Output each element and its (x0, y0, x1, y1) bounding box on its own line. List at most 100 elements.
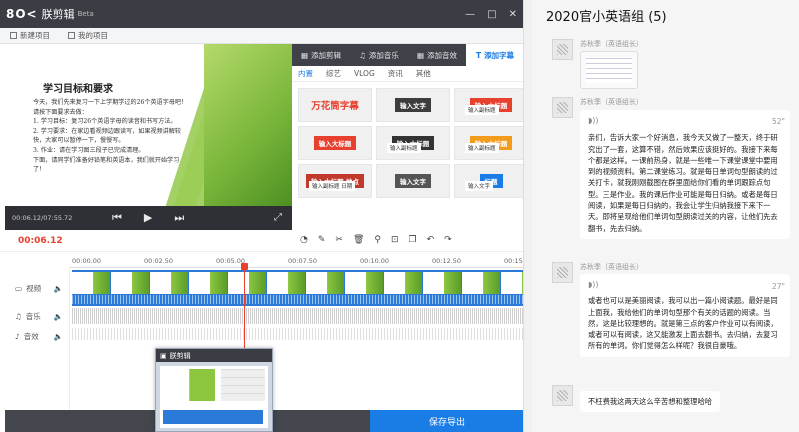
slide-body: 今天，我们先来复习一下上学期学过的26个英语字母吧！ 请按下面要求去做： 1. … (33, 99, 188, 174)
app-logo: 8O< (6, 7, 38, 21)
volume-icon[interactable]: 🔈 (54, 284, 63, 293)
template-title: 输入大标题 (313, 136, 357, 150)
playback-time: 00:06.12/07:55.72 (12, 214, 73, 222)
avatar[interactable] (552, 262, 573, 283)
sfx-icon: ▦ (416, 50, 425, 60)
tab-label: 添加音乐 (368, 50, 399, 60)
preview-title: 朕剪辑 (169, 351, 191, 360)
ruler-tick-label: 00:10.00 (360, 257, 390, 265)
clip-thumbnail (267, 272, 305, 294)
sfx-clip[interactable] (72, 328, 523, 340)
subtab-other[interactable]: 其他 (416, 68, 431, 79)
clip-thumbnail (189, 272, 227, 294)
avatar[interactable] (552, 97, 573, 118)
cut-icon[interactable]: ✂ (335, 235, 343, 245)
track-name: 音效 (23, 331, 39, 341)
sfx-icon: ♪ (15, 331, 20, 341)
subtab-news[interactable]: 资讯 (388, 68, 403, 79)
copy-icon[interactable]: ❐ (409, 235, 417, 245)
clip-thumbnail (423, 272, 461, 294)
save-export-button[interactable]: 保存导出 (370, 410, 523, 432)
video-preview: 学习目标和要求 今天，我们先来复习一下上学期学过的26个英语字母吧！ 请按下面要… (5, 44, 292, 230)
timeline-toolbar: 00:06.12 ◔ ✎ ✂ 🗑 ⚲ ⊡ ❐ ↶ ↷ (0, 230, 523, 252)
subtitle-template[interactable]: 输入大标题输入副标题 (454, 88, 523, 122)
avatar[interactable] (552, 385, 573, 406)
track-label-video: ▭ 视频 🔈 (5, 278, 69, 298)
voice-duration: 27" (772, 282, 785, 291)
subtab-variety[interactable]: 综艺 (326, 68, 341, 79)
clip-icon: ▦ (300, 50, 309, 60)
text-icon: T (475, 50, 482, 60)
title-bar: 8O< 朕剪辑 Beta — □ ✕ (0, 0, 523, 28)
avatar[interactable] (552, 39, 573, 60)
voice-icon: ◗)) (588, 280, 599, 289)
clip-thumbnail (345, 272, 383, 294)
speed-icon[interactable]: ◔ (300, 235, 308, 245)
crop-icon[interactable]: ⊡ (391, 235, 399, 245)
new-project-icon (10, 32, 17, 39)
close-icon[interactable]: ✕ (509, 9, 517, 20)
undo-icon[interactable]: ↶ (427, 235, 435, 245)
taskbar-window-preview[interactable]: ▣ 朕剪辑 (155, 348, 273, 432)
volume-icon[interactable]: 🔈 (54, 312, 63, 321)
beta-badge: Beta (77, 10, 94, 18)
subtitle-template[interactable]: 万花筒字幕 (298, 88, 372, 122)
previous-frame-icon[interactable]: ⏮ (112, 211, 122, 225)
clip-thumbnail (228, 272, 266, 294)
track-label-music: ♫ 音乐 🔈 (5, 306, 69, 326)
subtitle-template[interactable]: 输入大标题 (298, 126, 372, 160)
subtitle-template[interactable]: 输入大标题输入副标题 (376, 126, 450, 160)
subtab-vlog[interactable]: VLOG (354, 69, 375, 78)
voice-message[interactable]: ◗)) 或者也可以是美丽阅读，我可以出一篇小阅读题。最好是同上面我，我给他们的单… (580, 274, 790, 357)
window-controls: — □ ✕ (465, 9, 517, 20)
music-icon: ♫ (359, 50, 366, 60)
audio-waveform (72, 295, 523, 304)
template-subtitle: 输入文字 (465, 181, 494, 191)
tab-add-clip[interactable]: ▦ 添加剪辑 (292, 44, 350, 66)
template-subtitle: 输入副标题 (465, 105, 499, 115)
subtitle-template[interactable]: 输入文字 (376, 88, 450, 122)
delete-icon[interactable]: 🗑 (353, 235, 364, 245)
maximize-icon[interactable]: □ (487, 9, 496, 20)
minimize-icon[interactable]: — (465, 9, 475, 20)
redo-icon[interactable]: ↷ (444, 235, 452, 245)
sender-name: 苏秋季（英语组长） (580, 98, 643, 106)
asset-tabs: ▦ 添加剪辑 ♫ 添加音乐 ▦ 添加音效 T 添加字幕 (292, 44, 523, 66)
timeline-ruler[interactable]: 00:00.00 00:02.50 00:05.00 00:07.50 00:10.00… (70, 254, 523, 268)
edit-icon[interactable]: ✎ (318, 235, 326, 245)
marker-icon[interactable]: ⚲ (374, 235, 381, 245)
subtitle-categories: 内置 综艺 VLOG 资讯 其他 (292, 66, 523, 82)
clip-thumbnail (111, 272, 149, 294)
ruler-tick-label: 00:15.00 (504, 257, 523, 265)
tab-add-sfx[interactable]: ▦ 添加音效 (408, 44, 466, 66)
voice-icon: ◗)) (588, 116, 599, 125)
video-clip[interactable] (72, 270, 523, 306)
app-name: 朕剪辑 (41, 8, 75, 21)
chat-message: 苏秋季（英语组长） (552, 39, 797, 89)
image-message[interactable] (580, 51, 638, 89)
my-projects-button[interactable]: 我的项目 (68, 30, 108, 41)
music-clip[interactable] (72, 308, 523, 324)
next-frame-icon[interactable]: ⏭ (174, 211, 184, 225)
new-project-button[interactable]: 新建项目 (10, 30, 50, 41)
chat-message: 苏秋季（英语组长） ◗)) 亲们，告诉大家一个好消息，我今天又做了一整天，终于研… (552, 97, 797, 257)
clip-thumbnail (306, 272, 344, 294)
slide-title: 学习目标和要求 (43, 84, 113, 95)
sender-name: 苏秋季（英语组长） (580, 263, 643, 271)
volume-icon[interactable]: 🔈 (54, 332, 63, 341)
text-message[interactable]: 不枉费我这两天这么辛苦想和整理哈哈 (580, 391, 721, 413)
subtab-builtin[interactable]: 内置 (298, 68, 313, 79)
ruler-tick-label: 00:07.50 (288, 257, 318, 265)
subtitle-template[interactable]: 标题输入文字 (454, 164, 523, 198)
subtitle-template[interactable]: 输入大标题 地点输入副标题 日期 (298, 164, 372, 198)
tab-add-music[interactable]: ♫ 添加音乐 (350, 44, 408, 66)
fullscreen-icon[interactable]: ⤢ (274, 212, 282, 223)
play-icon[interactable]: ▶ (144, 211, 152, 225)
chat-message: 苏秋季（英语组长） ◗)) 或者也可以是美丽阅读，我可以出一篇小阅读题。最好是同… (552, 262, 797, 372)
project-toolbar: 新建项目 我的项目 (0, 28, 523, 44)
ruler-tick-label: 00:02.50 (144, 257, 174, 265)
subtitle-template[interactable]: 输入文字 (376, 164, 450, 198)
subtitle-template[interactable]: 输入大标题输入副标题 (454, 126, 523, 160)
tab-add-subtitle[interactable]: T 添加字幕 (466, 44, 523, 66)
voice-message[interactable]: ◗)) 亲们，告诉大家一个好消息，我今天又做了一整天，终于研究出了一套，这算不错… (580, 110, 790, 239)
